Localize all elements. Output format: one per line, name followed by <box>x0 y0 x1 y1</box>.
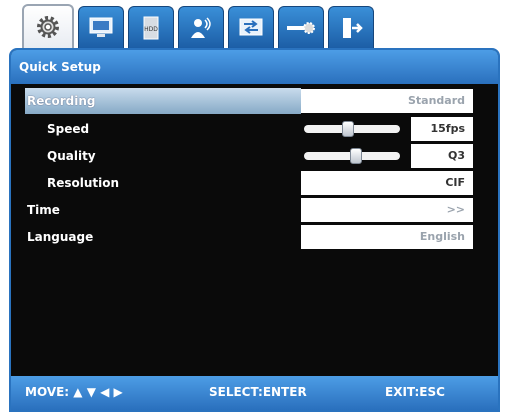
footer-move-hint: MOVE: ▲ ▼ ◀ ▶ <box>25 385 123 399</box>
tab-hdd[interactable]: HDD <box>128 6 174 48</box>
speed-slider[interactable] <box>304 121 400 137</box>
footer-exit-hint: EXIT:ESC <box>385 385 445 399</box>
speed-value: 15fps <box>411 117 473 141</box>
tab-display[interactable] <box>78 6 124 48</box>
quality-slider-knob[interactable] <box>350 148 363 164</box>
footer-select-hint: SELECT:ENTER <box>209 385 307 399</box>
menu-row-speed[interactable]: Speed 15fps <box>11 116 498 142</box>
menu-row-time[interactable]: Time >> <box>11 197 498 223</box>
resolution-value[interactable]: CIF <box>301 171 473 195</box>
speed-slider-knob[interactable] <box>341 121 354 137</box>
svg-text:HDD: HDD <box>144 26 158 33</box>
quick-setup-window: Quick Setup Recording Standard Speed 15f… <box>9 48 500 412</box>
menu-row-recording[interactable]: Recording Standard <box>11 88 498 114</box>
window-titlebar: Quick Setup <box>11 50 498 84</box>
menu-row-language[interactable]: Language English <box>11 224 498 250</box>
tab-quick-setup[interactable] <box>22 4 74 48</box>
tab-network[interactable] <box>228 6 274 48</box>
recording-label: Recording <box>27 94 96 108</box>
window-title: Quick Setup <box>19 60 101 74</box>
tab-user[interactable] <box>178 6 224 48</box>
hdd-icon: HDD <box>143 16 159 39</box>
quality-slider[interactable] <box>304 148 400 164</box>
recording-value[interactable]: Standard <box>301 89 473 113</box>
menu-row-quality[interactable]: Quality Q3 <box>11 143 498 169</box>
tab-system[interactable] <box>278 6 324 48</box>
system-settings-icon <box>287 21 315 34</box>
display-monitor-icon <box>89 17 113 37</box>
language-label: Language <box>27 230 94 244</box>
tab-strip: HDD <box>22 4 374 48</box>
quality-value: Q3 <box>411 144 473 168</box>
time-label: Time <box>27 203 60 217</box>
exit-door-icon <box>343 17 363 38</box>
language-value[interactable]: English <box>301 225 473 249</box>
menu-row-resolution[interactable]: Resolution CIF <box>11 170 498 196</box>
tab-exit[interactable] <box>328 6 374 48</box>
resolution-label: Resolution <box>47 176 120 190</box>
speed-label: Speed <box>47 122 90 136</box>
settings-gear-icon <box>37 16 59 38</box>
user-sound-icon <box>191 16 211 38</box>
quality-label: Quality <box>47 149 96 163</box>
footer-help-bar: MOVE: ▲ ▼ ◀ ▶ SELECT:ENTER EXIT:ESC <box>11 376 498 410</box>
network-icon <box>239 18 263 35</box>
time-submenu-button[interactable]: >> <box>301 198 473 222</box>
